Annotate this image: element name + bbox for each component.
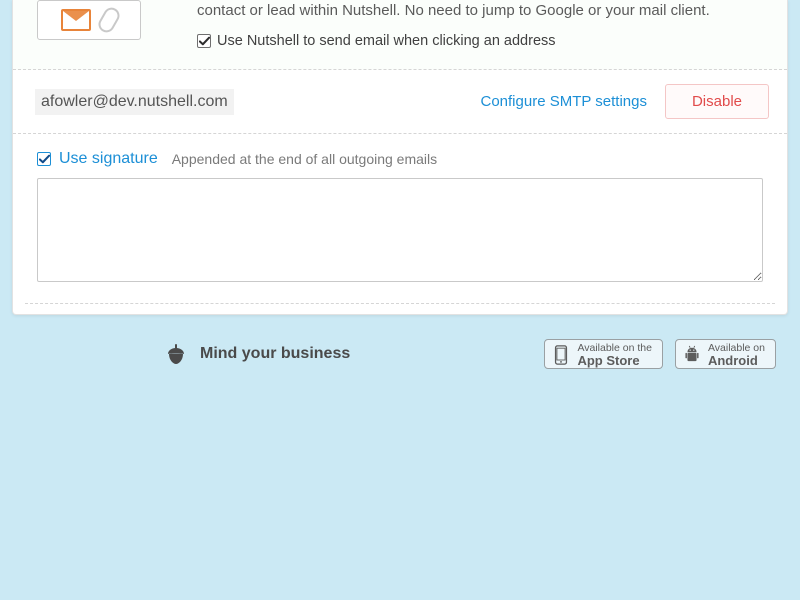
android-icon [684,345,700,365]
email-attachment-icon [37,0,141,40]
configure-smtp-link[interactable]: Configure SMTP settings [481,93,647,110]
nutshell-logo-icon [164,342,188,366]
checkbox-label: Use Nutshell to send email when clicking… [217,31,556,51]
footer-tagline: Mind your business [200,345,350,363]
email-preference-section: contact or lead within Nutshell. No need… [13,0,787,70]
disable-button[interactable]: Disable [665,84,769,119]
android-badge[interactable]: Available on Android [675,339,776,369]
use-signature-checkbox[interactable] [37,152,51,166]
badge-line2: Android [708,354,765,368]
email-preference-desc: contact or lead within Nutshell. No need… [197,0,763,21]
use-nutshell-email-checkbox[interactable]: Use Nutshell to send email when clicking… [197,31,763,51]
app-store-badge[interactable]: Available on the App Store [544,339,663,369]
phone-icon [553,345,569,365]
signature-section: Use signature Appended at the end of all… [13,134,787,293]
page-footer: Mind your business Available on the App … [0,315,800,369]
signature-desc: Appended at the end of all outgoing emai… [172,151,437,167]
checkbox-icon [197,34,211,48]
smtp-account-row: afowler@dev.nutshell.com Configure SMTP … [13,70,787,134]
use-signature-label[interactable]: Use signature [59,150,158,168]
badge-line2: App Store [577,354,652,368]
smtp-email: afowler@dev.nutshell.com [35,89,234,115]
signature-textarea[interactable] [37,178,763,282]
settings-card: contact or lead within Nutshell. No need… [12,0,788,315]
